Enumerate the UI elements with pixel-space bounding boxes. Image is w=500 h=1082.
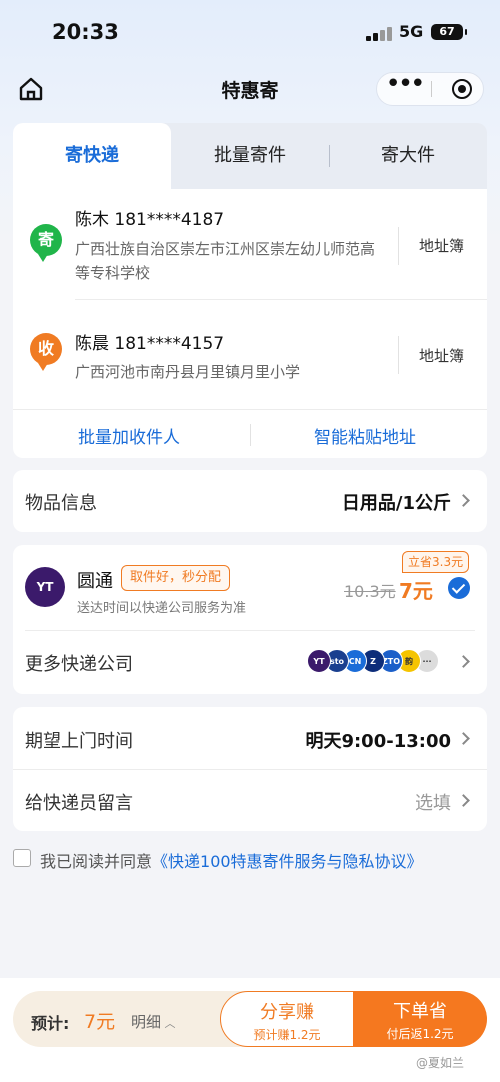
- courier-note-label[interactable]: 给快递员留言: [25, 789, 133, 815]
- watermark: @夏如兰: [416, 1056, 465, 1070]
- tab-send-express[interactable]: 寄快递: [13, 123, 171, 189]
- estimate-label: 预计:: [31, 1014, 70, 1033]
- nav-bar: 特惠寄 •••: [0, 64, 500, 114]
- sender-name-phone[interactable]: 陈木 181****4187: [75, 205, 224, 230]
- courier-name: 圆通: [77, 571, 113, 592]
- smart-paste-address-button[interactable]: 智能粘贴地址: [314, 423, 416, 448]
- chevron-right-icon: [457, 732, 470, 745]
- chevron-right-icon: [457, 494, 470, 507]
- chevron-right-icon: [457, 655, 470, 668]
- capsule-divider: [431, 81, 432, 97]
- courier-tag: 取件好，秒分配: [121, 565, 231, 591]
- courier-card: YT 圆通 取件好，秒分配 送达时间以快递公司服务为准 立省3.3元 10.3元…: [13, 545, 487, 694]
- divider: [398, 227, 399, 265]
- receiver-badge: 收: [30, 333, 62, 371]
- share-button-sub: 预计赚1.2元: [253, 1028, 321, 1042]
- batch-add-receiver-button[interactable]: 批量加收件人: [78, 423, 180, 448]
- address-card: 寄 陈木 181****4187 广西壮族自治区崇左市江州区崇左幼儿师范高等专科…: [13, 189, 487, 458]
- more-couriers-label[interactable]: 更多快递公司: [25, 650, 133, 676]
- original-price: 10.3元: [344, 582, 396, 601]
- status-time: 20:33: [52, 20, 119, 44]
- chevron-right-icon: [457, 794, 470, 807]
- sender-badge: 寄: [30, 224, 62, 262]
- divider: [13, 769, 487, 770]
- target-circle-icon[interactable]: [452, 79, 472, 99]
- share-earn-button[interactable]: 分享赚 预计赚1.2元: [220, 991, 354, 1047]
- selected-check-icon[interactable]: [448, 577, 470, 599]
- tab-batch-send[interactable]: 批量寄件: [171, 123, 329, 189]
- order-button-sub: 付后返1.2元: [386, 1027, 454, 1041]
- goods-info-row[interactable]: 物品信息 日用品/1公斤: [13, 470, 487, 532]
- divider: [13, 409, 487, 410]
- courier-logo-icon: YT: [307, 649, 331, 673]
- mini-program-capsule: •••: [376, 71, 484, 106]
- discount-price: 7元: [399, 579, 433, 603]
- divider: [250, 424, 251, 446]
- courier-note-placeholder[interactable]: 选填: [415, 789, 451, 815]
- signal-icon: [366, 27, 392, 41]
- receiver-address[interactable]: 广西河池市南丹县月里镇月里小学: [75, 360, 385, 384]
- more-dots-icon[interactable]: •••: [377, 71, 431, 105]
- price-detail-button[interactable]: 明细 ︿: [131, 1011, 176, 1032]
- save-badge: 立省3.3元: [402, 551, 470, 573]
- pickup-card: 期望上门时间 明天9:00-13:00 给快递员留言 选填: [13, 707, 487, 831]
- agree-text: 我已阅读并同意《快递100特惠寄件服务与隐私协议》: [40, 852, 423, 871]
- estimate-price: 7元: [84, 1011, 116, 1033]
- send-type-tabs: 寄快递 批量寄件 寄大件: [13, 123, 487, 189]
- divider: [75, 299, 487, 300]
- order-button-label: 下单省: [393, 1001, 447, 1022]
- status-bar: 20:33 5G 67: [0, 0, 500, 64]
- place-order-button[interactable]: 下单省 付后返1.2元: [353, 991, 487, 1047]
- battery-icon: 67: [431, 24, 467, 40]
- agreement-link[interactable]: 《快递100特惠寄件服务与隐私协议》: [152, 852, 423, 871]
- receiver-address-book-button[interactable]: 地址簿: [419, 345, 464, 366]
- yto-logo: YT: [25, 567, 65, 607]
- pickup-time-label[interactable]: 期望上门时间: [25, 727, 133, 753]
- share-button-label: 分享赚: [260, 1002, 314, 1023]
- network-label: 5G: [399, 22, 424, 41]
- receiver-name-phone[interactable]: 陈晨 181****4157: [75, 329, 224, 354]
- goods-label: 物品信息: [25, 493, 97, 514]
- agree-checkbox[interactable]: [13, 849, 31, 867]
- divider: [398, 336, 399, 374]
- pickup-time-value[interactable]: 明天9:00-13:00: [305, 727, 451, 753]
- courier-subtitle: 送达时间以快递公司服务为准: [77, 601, 247, 616]
- divider: [25, 630, 475, 631]
- sender-address[interactable]: 广西壮族自治区崇左市江州区崇左幼儿师范高等专科学校: [75, 237, 385, 285]
- tab-large-item[interactable]: 寄大件: [329, 123, 487, 189]
- goods-value: 日用品/1公斤: [341, 493, 451, 514]
- sender-address-book-button[interactable]: 地址簿: [419, 235, 464, 256]
